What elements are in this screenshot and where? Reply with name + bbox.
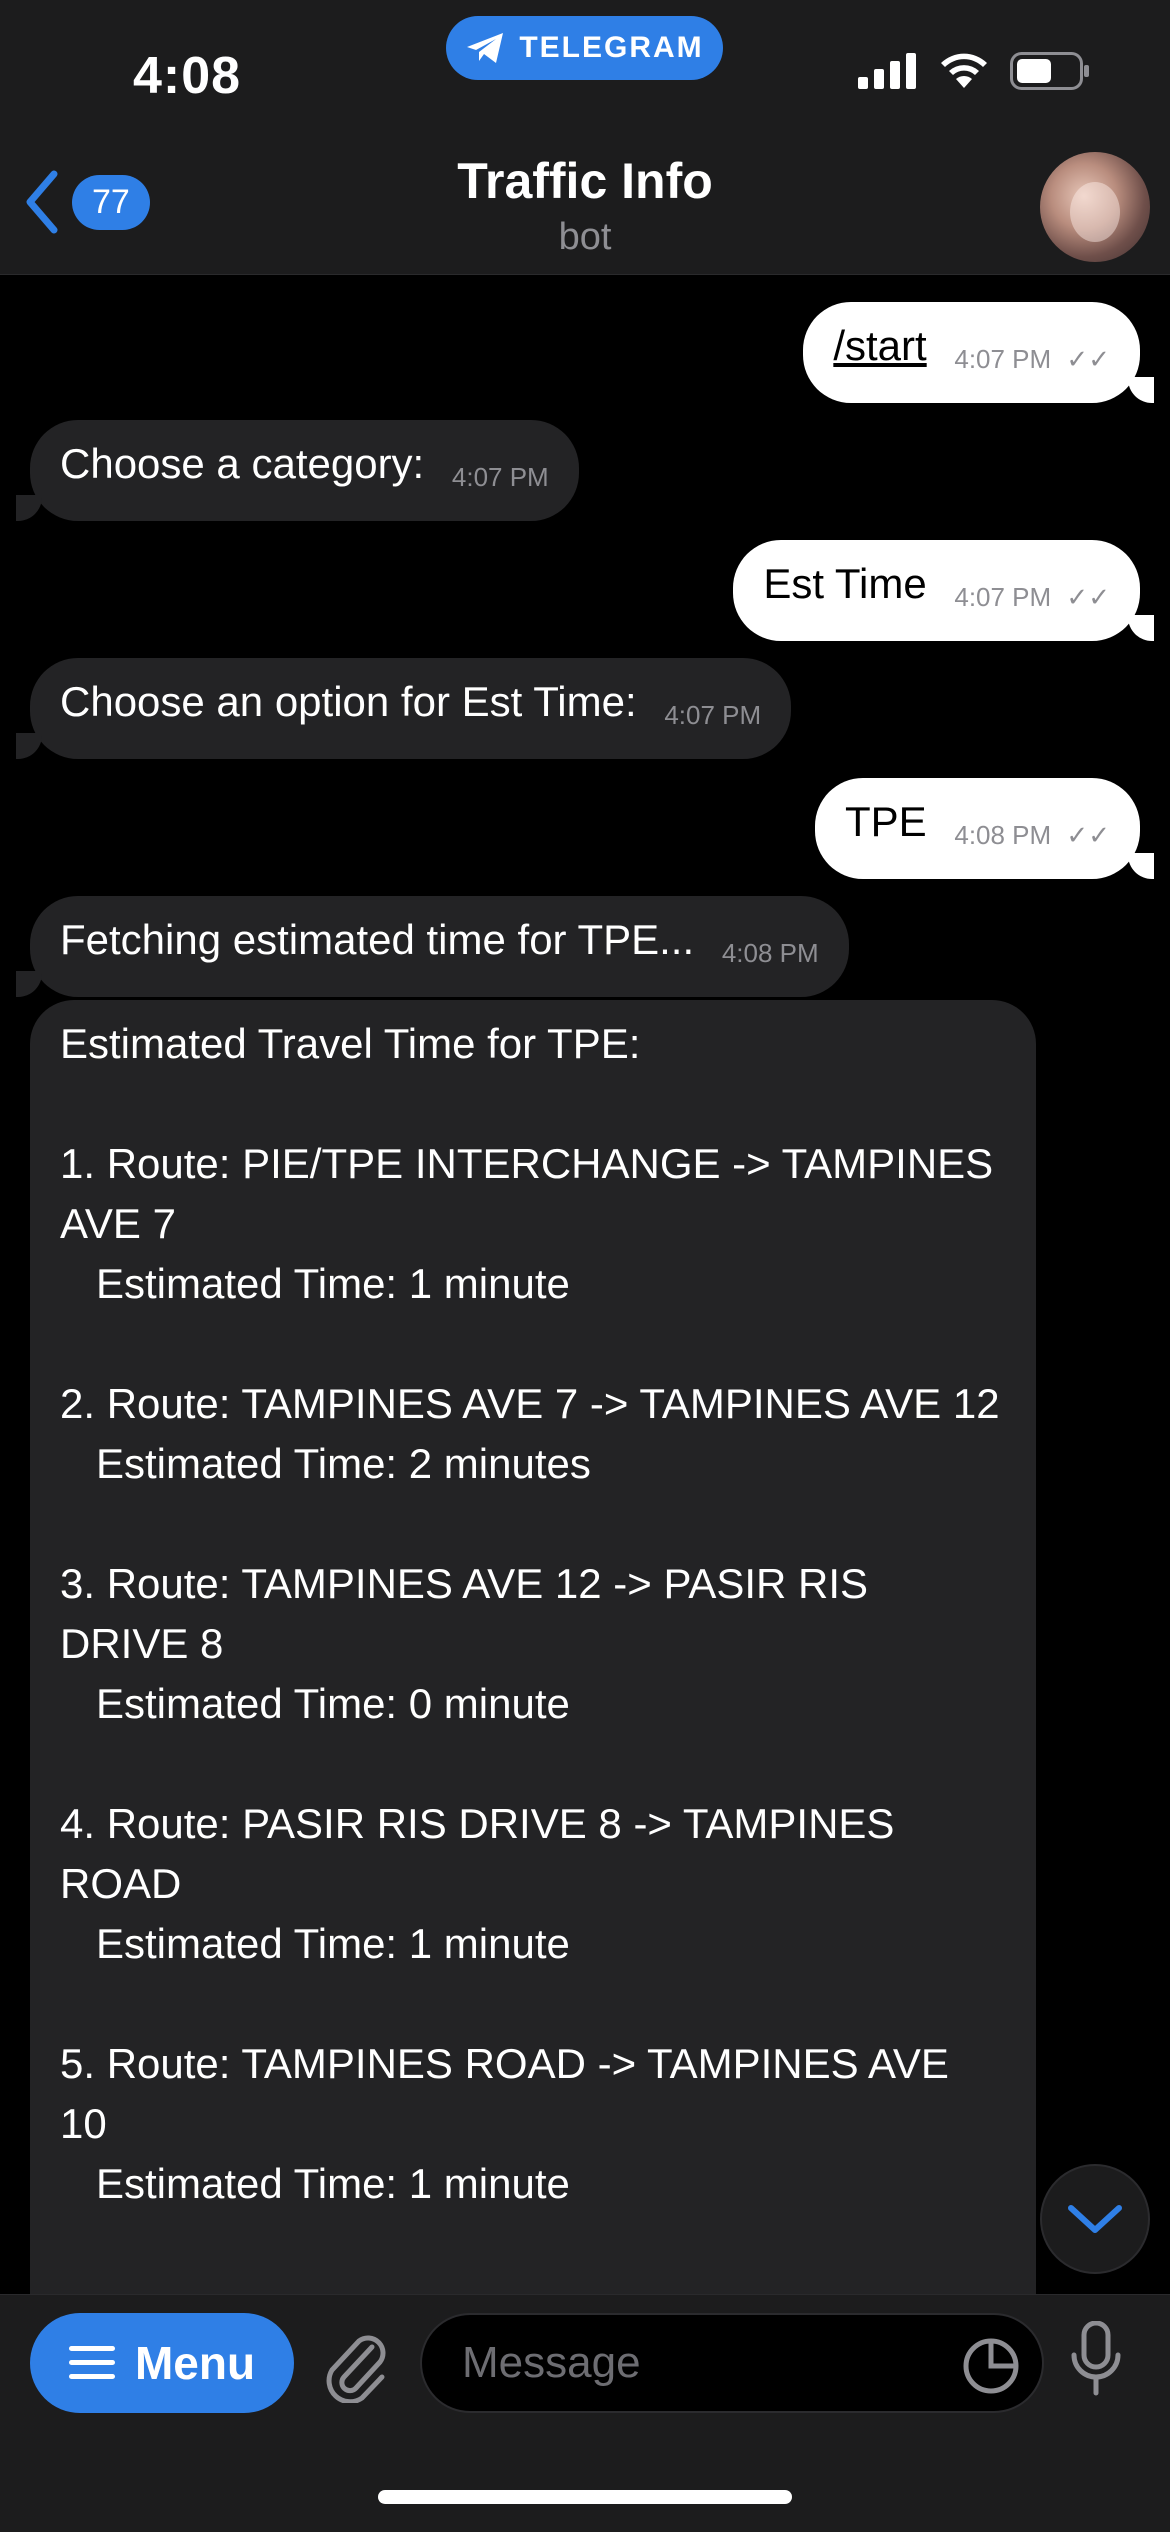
scroll-to-bottom-button[interactable] xyxy=(1040,2164,1150,2274)
status-time: 4:08 xyxy=(133,47,242,105)
chat-subtitle: bot xyxy=(558,216,612,258)
avatar[interactable] xyxy=(1040,152,1150,262)
message-text: Choose an option for Est Time: xyxy=(60,678,637,725)
microphone-icon xyxy=(1071,2320,1121,2396)
message-input[interactable] xyxy=(422,2315,1042,2411)
home-indicator xyxy=(378,2490,792,2504)
message-bubble-incoming[interactable]: Fetching estimated time for TPE... 4:08 … xyxy=(16,896,849,997)
message-bubble-outgoing[interactable]: /start 4:07 PM ✓✓ xyxy=(803,302,1154,403)
paperclip-icon xyxy=(326,2335,386,2405)
cellular-signal-icon xyxy=(858,53,916,89)
read-ticks-icon: ✓✓ xyxy=(1066,344,1110,374)
attach-button[interactable] xyxy=(320,2327,390,2408)
route-line: 1. Route: PIE/TPE INTERCHANGE -> TAMPINE… xyxy=(60,1140,1003,1247)
route-line: 2. Route: TAMPINES AVE 7 -> TAMPINES AVE… xyxy=(60,1380,1000,1427)
route-time: Estimated Time: 1 minute xyxy=(96,1260,570,1307)
route-line: 5. Route: TAMPINES ROAD -> TAMPINES AVE … xyxy=(60,2040,961,2147)
route-time: Estimated Time: 1 minute xyxy=(96,2160,570,2207)
chevron-down-icon xyxy=(1068,2205,1122,2233)
chat-title: Traffic Info xyxy=(457,153,713,209)
battery-icon xyxy=(1010,52,1089,90)
message-bubble-outgoing[interactable]: TPE 4:08 PM ✓✓ xyxy=(815,778,1154,879)
menu-label: Menu xyxy=(134,2337,256,2389)
paper-plane-icon xyxy=(467,33,504,63)
message-time: 4:07 PM xyxy=(451,462,549,492)
message-input-wrap xyxy=(420,2313,1044,2413)
menu-button[interactable]: Menu xyxy=(30,2313,294,2413)
telegram-pill[interactable]: TELEGRAM xyxy=(446,16,723,80)
message-bubble-incoming[interactable]: Choose a category: 4:07 PM xyxy=(16,420,579,521)
travel-time-heading: Estimated Travel Time for TPE: xyxy=(60,1020,641,1067)
travel-time-message[interactable]: Estimated Travel Time for TPE: 1. Route:… xyxy=(30,1000,1036,2300)
message-meta: 4:07 PM ✓✓ xyxy=(954,567,1110,627)
message-text[interactable]: /start xyxy=(833,322,926,369)
message-time: 4:07 PM xyxy=(954,344,1052,374)
route-time: Estimated Time: 2 minutes xyxy=(96,1440,591,1487)
message-text: TPE xyxy=(845,798,927,845)
message-time: 4:07 PM xyxy=(664,700,762,730)
message-time: 4:08 PM xyxy=(721,938,819,968)
sticker-icon[interactable] xyxy=(962,2337,1020,2395)
message-text: Fetching estimated time for TPE... xyxy=(60,916,695,963)
route-line: 4. Route: PASIR RIS DRIVE 8 -> TAMPINES … xyxy=(60,1800,907,1907)
message-time: 4:07 PM xyxy=(954,582,1052,612)
telegram-pill-label: TELEGRAM xyxy=(519,31,704,64)
hamburger-icon xyxy=(68,2346,115,2379)
message-time: 4:08 PM xyxy=(954,820,1052,850)
message-meta: 4:07 PM ✓✓ xyxy=(954,329,1110,389)
route-line: 3. Route: TAMPINES AVE 12 -> PASIR RIS D… xyxy=(60,1560,880,1667)
chat-title-block[interactable]: Traffic Info bot xyxy=(0,152,1170,259)
status-icons xyxy=(858,52,1090,90)
message-text: Choose a category: xyxy=(60,440,425,487)
route-time: Estimated Time: 1 minute xyxy=(96,1920,570,1967)
read-ticks-icon: ✓✓ xyxy=(1066,582,1110,612)
message-meta: 4:08 PM ✓✓ xyxy=(954,805,1110,865)
route-time: Estimated Time: 0 minute xyxy=(96,1680,570,1727)
read-ticks-icon: ✓✓ xyxy=(1066,820,1110,850)
top-bar: 4:08 TELEGRAM 77 Traffic Info bot xyxy=(0,0,1170,275)
message-bubble-outgoing[interactable]: Est Time 4:07 PM ✓✓ xyxy=(733,540,1154,641)
wifi-icon xyxy=(941,53,987,88)
message-text: Est Time xyxy=(763,560,927,607)
microphone-button[interactable] xyxy=(1068,2320,1124,2402)
screen: 4:08 TELEGRAM 77 Traffic Info bot /start… xyxy=(0,0,1170,2532)
message-bubble-incoming[interactable]: Choose an option for Est Time: 4:07 PM xyxy=(15,658,792,759)
